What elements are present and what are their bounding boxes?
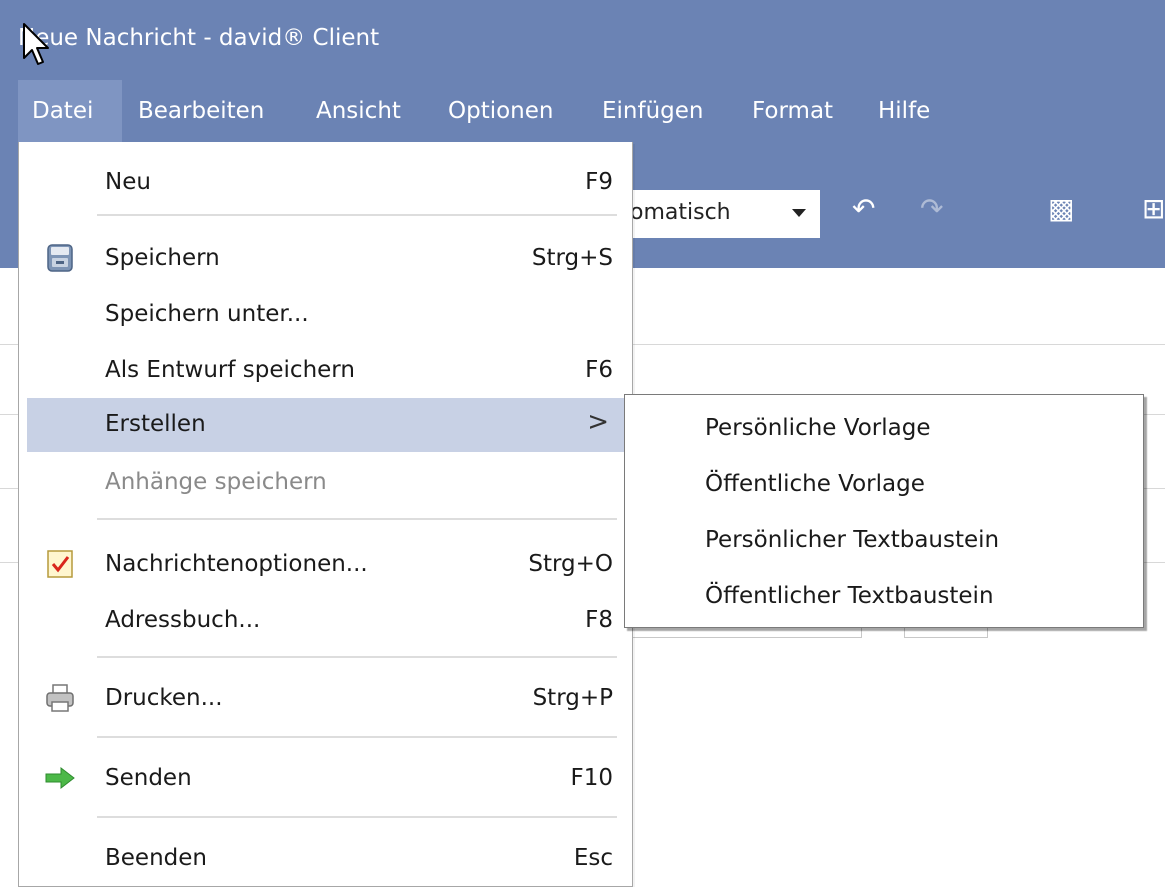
menu-item-senden[interactable]: Senden F10 [27,752,625,806]
menu-ansicht[interactable]: Ansicht [316,80,401,142]
menu-item-beenden[interactable]: Beenden Esc [27,832,625,886]
menu-item-label: Neu [105,169,151,195]
submenu-item-oeffentlicher-textbaustein[interactable]: Öffentlicher Textbaustein [625,569,1143,625]
checklist-icon [45,548,75,580]
title-bar: Neue Nachricht - david® Client [0,0,1165,80]
printer-icon [45,682,75,714]
menu-item-label: Speichern unter... [105,301,309,327]
menu-separator [97,214,617,216]
menu-item-label: Beenden [105,845,207,871]
submenu-item-label: Persönlicher Textbaustein [705,527,1000,553]
submenu-item-oeffentliche-vorlage[interactable]: Öffentliche Vorlage [625,457,1143,513]
menu-hilfe[interactable]: Hilfe [878,80,930,142]
menu-separator [97,656,617,658]
menu-item-nachrichtenoptionen[interactable]: Nachrichtenoptionen... Strg+O [27,538,625,592]
menu-format[interactable]: Format [752,80,833,142]
menu-item-label: Speichern [105,245,220,271]
submenu-item-persoenlicher-textbaustein[interactable]: Persönlicher Textbaustein [625,513,1143,569]
combo-value: omatisch [630,200,731,225]
menu-item-speichern[interactable]: Speichern Strg+S [27,232,625,286]
submenu-item-label: Öffentlicher Textbaustein [705,583,994,609]
menu-item-shortcut: Strg+S [531,245,613,271]
menu-item-shortcut: F6 [585,357,613,383]
menu-separator [97,736,617,738]
menu-separator [97,518,617,520]
window-title: Neue Nachricht - david® Client [18,25,380,51]
menu-item-shortcut: F9 [585,169,613,195]
menu-item-label: Anhänge speichern [105,469,327,495]
grid-icon[interactable]: ⊞ [1142,192,1165,225]
mouse-cursor-icon [22,22,52,68]
menu-item-speichern-unter[interactable]: Speichern unter... [27,288,625,342]
submenu-item-label: Öffentliche Vorlage [705,471,925,497]
menu-item-shortcut: Strg+P [532,685,613,711]
send-arrow-icon [45,762,75,794]
menu-item-drucken[interactable]: Drucken... Strg+P [27,672,625,726]
menu-item-label: Erstellen [105,411,206,437]
menu-optionen[interactable]: Optionen [448,80,554,142]
menu-item-label: Senden [105,765,192,791]
menu-item-label: Drucken... [105,685,223,711]
redo-icon[interactable]: ↷ [920,192,943,225]
file-menu-dropdown: Neu F9 Speichern Strg+S Speichern unter.… [18,142,633,887]
menu-item-als-entwurf-speichern[interactable]: Als Entwurf speichern F6 [27,344,625,398]
submenu-item-label: Persönliche Vorlage [705,415,931,441]
menu-item-shortcut: Esc [573,845,613,871]
menu-item-shortcut: F10 [570,765,614,791]
menu-item-shortcut: Strg+O [528,551,613,577]
menu-datei[interactable]: Datei [18,80,122,142]
menu-item-neu[interactable]: Neu F9 [27,156,625,210]
table-insert-icon[interactable]: ▩ [1048,192,1074,225]
menu-item-label: Nachrichtenoptionen... [105,551,368,577]
menu-einfuegen[interactable]: Einfügen [602,80,704,142]
menu-item-adressbuch[interactable]: Adressbuch... F8 [27,594,625,648]
chevron-down-icon[interactable] [792,209,806,217]
erstellen-submenu: Persönliche Vorlage Öffentliche Vorlage … [624,394,1144,628]
undo-icon[interactable]: ↶ [852,192,875,225]
submenu-item-persoenliche-vorlage[interactable]: Persönliche Vorlage [625,401,1143,457]
menu-item-anhaenge-speichern[interactable]: Anhänge speichern [27,456,625,510]
font-size-combo[interactable]: omatisch [612,190,820,238]
menu-bar: Datei Bearbeiten Ansicht Optionen Einfüg… [0,80,1165,142]
menu-bearbeiten[interactable]: Bearbeiten [138,80,264,142]
menu-item-label: Adressbuch... [105,607,261,633]
chevron-right-icon: > [587,407,609,437]
menu-item-shortcut: F8 [585,607,613,633]
menu-separator [97,816,617,818]
menu-item-erstellen[interactable]: Erstellen > [27,398,625,452]
save-icon [45,242,75,274]
menu-item-label: Als Entwurf speichern [105,357,355,383]
